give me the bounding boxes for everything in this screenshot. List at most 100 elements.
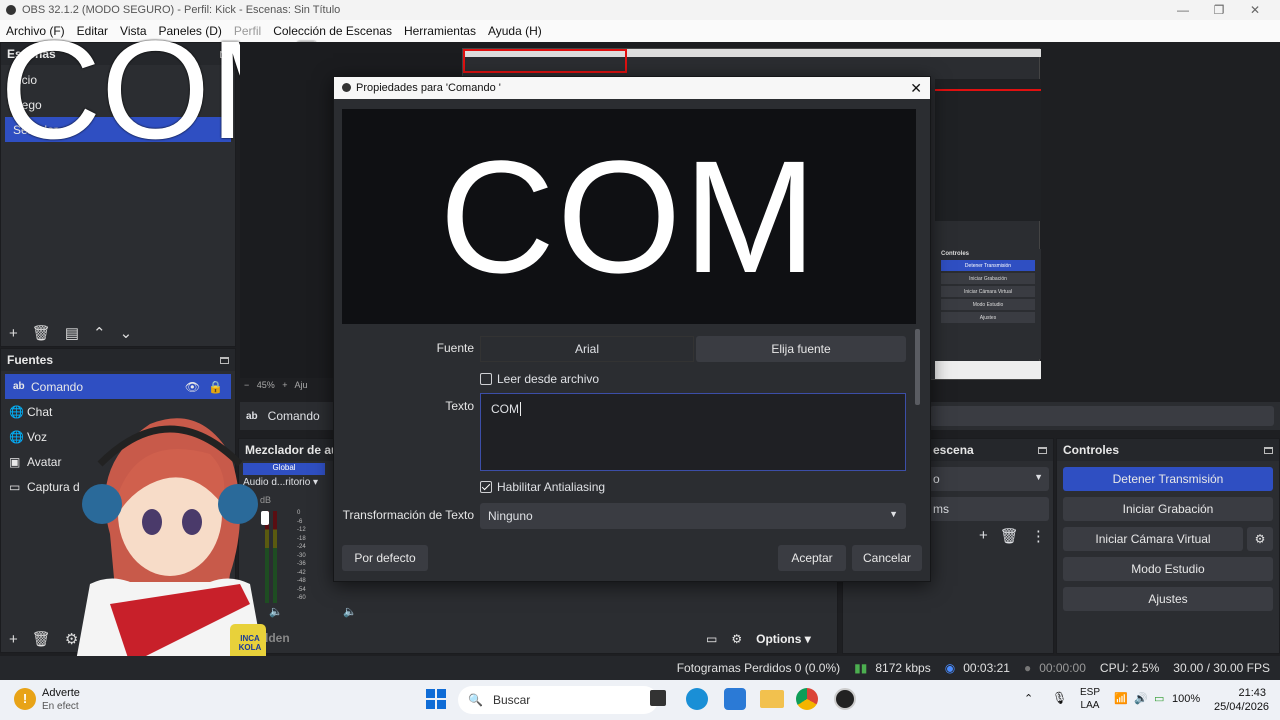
antialias-checkbox[interactable]: Habilitar Antialiasing (480, 480, 605, 494)
source-label: Comando (31, 379, 84, 394)
obs-taskbar-icon[interactable] (834, 688, 856, 710)
obs-logo-icon (342, 83, 351, 92)
move-down-icon[interactable]: ⌄ (120, 324, 133, 342)
read-from-file-label: Leer desde archivo (497, 372, 600, 386)
visibility-icon[interactable]: 👁 (185, 380, 200, 394)
volume-meter (273, 511, 277, 603)
search-icon: 🔍 (468, 693, 483, 707)
virtual-camera-settings-icon[interactable]: ⚙ (1247, 527, 1273, 551)
source-label: Voz (27, 429, 48, 444)
scenes-toolbar: + 🗑 ▤ ⌃ ⌄ (1, 323, 140, 343)
read-from-file-checkbox[interactable]: Leer desde archivo (480, 372, 599, 386)
language-indicator[interactable]: ESP LAA (1080, 686, 1100, 712)
clock[interactable]: 21:43 25/04/2026 (1214, 686, 1269, 714)
transform-value: Ninguno (488, 509, 533, 523)
microphone-icon[interactable]: 🎙 (1052, 691, 1067, 705)
streaming-icon: ◉ (944, 661, 956, 675)
more-icon[interactable]: ⋮ (1031, 527, 1046, 545)
wifi-icon[interactable]: 📶 (1114, 692, 1128, 705)
transition-duration-value: ms (933, 502, 949, 516)
display-capture-icon: ▭ (9, 479, 21, 494)
battery-icon[interactable]: ▭ (1154, 692, 1164, 705)
status-bar: Fotogramas Perdidos 0 (0.0%) ▮▮ 8172 kbp… (0, 656, 1280, 680)
advanced-audio-icon[interactable]: ⚙ (731, 632, 742, 646)
tray-expand-icon[interactable]: ⌃ (1024, 692, 1033, 705)
task-view-icon[interactable] (650, 690, 666, 706)
mini-button: Detener Transmisión (941, 260, 1035, 271)
dialog-title-bar: Propiedades para 'Comando ' ✕ (334, 77, 930, 99)
start-recording-button[interactable]: Iniciar Grabación (1063, 497, 1273, 521)
checkbox-icon (480, 372, 492, 385)
mute-icon[interactable]: 🔈 (269, 605, 283, 618)
source-item-selected[interactable]: ab Comando 👁 🔒 (5, 374, 231, 399)
settings-button[interactable]: Ajustes (1063, 587, 1273, 611)
close-icon[interactable]: ✕ (1238, 0, 1272, 20)
cpu-usage: CPU: 2.5% (1099, 661, 1160, 675)
transition-duration[interactable]: ms (927, 497, 1049, 521)
db-tick: -48 (297, 578, 306, 584)
trash-icon[interactable]: 🗑 (32, 630, 51, 648)
mute-icon[interactable]: 🔈 (343, 605, 357, 618)
db-tick: -6 (297, 518, 303, 525)
dock-icon[interactable] (1264, 446, 1273, 454)
trash-icon[interactable]: 🗑 (1000, 527, 1019, 545)
context-field[interactable] (930, 406, 1274, 426)
dialog-close-icon[interactable]: ✕ (910, 80, 922, 97)
browser-source-icon: 🌐 (9, 404, 24, 419)
mini-button: Iniciar Grabación (941, 273, 1035, 284)
filter-icon[interactable]: ▤ (65, 324, 79, 342)
antialias-label: Habilitar Antialiasing (497, 480, 606, 494)
font-label: Fuente (436, 341, 474, 355)
maximize-icon[interactable]: ❐ (1202, 0, 1236, 20)
choose-font-button[interactable]: Elija fuente (696, 336, 906, 362)
controls-title: Controles (1063, 443, 1120, 457)
keyboard-layout-label: LAA (1080, 700, 1100, 711)
options-button[interactable]: Options ▾ (756, 632, 811, 646)
source-label: Avatar (27, 454, 62, 469)
db-tick: -36 (297, 561, 306, 567)
chrome-icon[interactable] (796, 688, 818, 710)
trash-icon[interactable]: 🗑 (32, 324, 51, 342)
add-icon[interactable]: + (9, 631, 18, 648)
minimize-icon[interactable]: — (1166, 0, 1200, 20)
dock-icon[interactable] (1038, 446, 1047, 454)
mini-controls-panel: Controles Detener Transmisión Iniciar Gr… (935, 249, 1041, 359)
menu-tools[interactable]: Herramientas (398, 24, 482, 38)
dialog-scrollbar[interactable] (915, 329, 920, 405)
dialog-preview-text: COM (439, 126, 819, 306)
layout-icon[interactable]: ▭ (706, 632, 717, 646)
start-virtual-camera-button[interactable]: Iniciar Cámara Virtual (1063, 527, 1243, 551)
transition-select-value: o (933, 472, 940, 486)
bitrate-icon: ▮▮ (854, 661, 868, 675)
transform-select[interactable]: Ninguno ▼ (480, 503, 906, 529)
edge-icon[interactable] (686, 688, 708, 710)
language-label: ESP (1080, 687, 1101, 698)
warning-icon[interactable]: ! (14, 688, 36, 710)
lock-icon[interactable]: 🔒 (208, 380, 223, 394)
text-source-icon: ab (13, 381, 25, 392)
bitrate-value: 8172 kbps (875, 661, 931, 675)
move-up-icon[interactable]: ⌃ (93, 324, 106, 342)
text-input[interactable]: COM (480, 393, 906, 471)
add-icon[interactable]: + (9, 325, 18, 342)
dialog-preview: COM (342, 109, 916, 324)
nested-selection-box (463, 49, 627, 73)
stop-streaming-button[interactable]: Detener Transmisión (1063, 467, 1273, 491)
zoom-fit-label[interactable]: Aju (295, 380, 308, 390)
add-icon[interactable]: + (979, 527, 988, 545)
file-explorer-icon[interactable] (760, 690, 784, 708)
cancel-button[interactable]: Cancelar (852, 545, 922, 571)
defaults-button[interactable]: Por defecto (342, 545, 428, 571)
ok-button[interactable]: Aceptar (778, 545, 846, 571)
controls-panel: Controles Detener Transmisión Iniciar Gr… (1056, 438, 1280, 654)
dock-icon[interactable] (220, 356, 229, 364)
notification-title: Adverte (42, 687, 80, 699)
taskbar-search[interactable]: 🔍 Buscar (458, 686, 658, 714)
windows-start-icon[interactable] (426, 689, 446, 709)
db-tick: -42 (297, 569, 306, 576)
transition-select[interactable]: o ▼ (927, 467, 1049, 491)
menu-help[interactable]: Ayuda (H) (482, 24, 548, 38)
studio-mode-button[interactable]: Modo Estudio (1063, 557, 1273, 581)
store-icon[interactable] (724, 688, 746, 710)
volume-icon[interactable]: 🔊 (1134, 692, 1148, 705)
